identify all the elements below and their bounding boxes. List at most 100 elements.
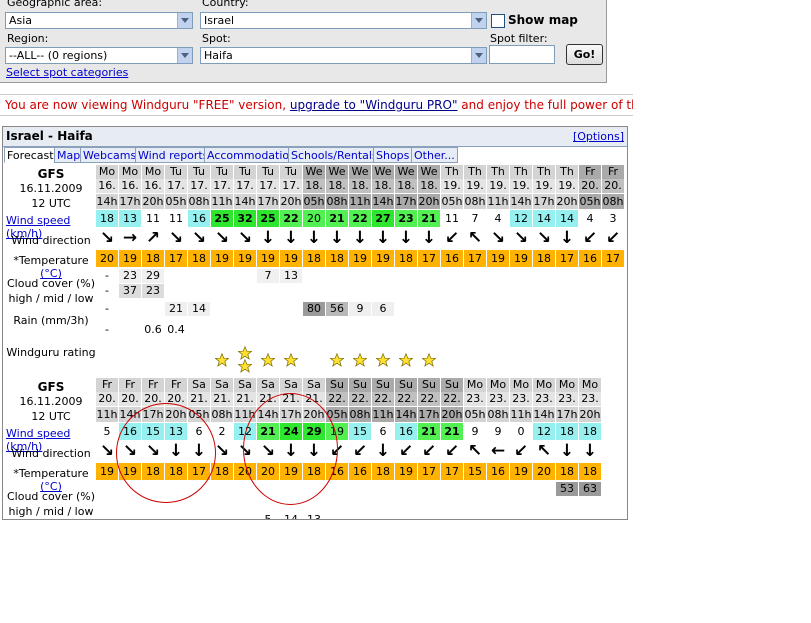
temperature-text: *Temperature <box>13 254 89 267</box>
wind-speed-link[interactable]: Wind speed <box>6 214 70 227</box>
chevron-down-icon[interactable] <box>471 48 486 63</box>
tab-shops[interactable]: Shops <box>373 147 413 163</box>
wind-arrow-icon: ↙ <box>444 441 460 461</box>
day-cell: Fr <box>579 165 601 179</box>
date-cell: 18. <box>303 179 325 193</box>
temperature-cell: 16 <box>579 250 601 267</box>
hour-cell: 20h <box>142 194 164 209</box>
tab-map[interactable]: Map <box>54 147 84 163</box>
hour-cell: 20h <box>280 194 302 209</box>
spot-filter-input[interactable] <box>489 45 555 64</box>
temperature-cell: 18 <box>395 250 417 267</box>
init-time-label: 12 UTC <box>31 197 71 210</box>
chevron-down-icon[interactable] <box>177 48 192 63</box>
day-cell: Tu <box>280 165 302 179</box>
temperature-cell: 17 <box>418 463 440 480</box>
tab-other[interactable]: Other... <box>411 147 458 163</box>
spot-title: Israel - Haifa <box>6 129 93 143</box>
banner-text-post: and enjoy the full power of this website <box>461 98 633 112</box>
temperature-cell: 17 <box>464 250 486 267</box>
wind-speed-cell: 18 <box>579 423 601 440</box>
wind-arrow-icon: ↓ <box>283 441 299 461</box>
country-select[interactable]: Israel <box>200 12 487 29</box>
wind-speed-cell: 3 <box>602 210 624 227</box>
hour-cell: 05h <box>188 407 210 422</box>
temperature-cell: 17 <box>188 463 210 480</box>
wind-arrow-icon: ↘ <box>237 228 253 248</box>
wind-arrow-icon: ↙ <box>605 228 621 248</box>
date-cell: 17. <box>211 179 233 193</box>
select-spot-categories-link[interactable]: Select spot categories <box>6 66 128 79</box>
cloud-high-cell: 7 <box>257 269 279 283</box>
wind-speed-cell: 16 <box>395 423 417 440</box>
wind-speed-link-2[interactable]: Wind speed <box>6 427 70 440</box>
wind-arrow-icon: ↙ <box>421 441 437 461</box>
cloud-high-cell: 23 <box>119 269 141 283</box>
wind-arrow-icon: ↘ <box>122 441 138 461</box>
tab-webcams[interactable]: Webcams <box>80 147 140 163</box>
temperature-cell: 19 <box>280 463 302 480</box>
date-cell: 19. <box>510 179 532 193</box>
region-select[interactable]: --ALL-- (0 regions) <box>5 47 193 64</box>
temperature-text-2: *Temperature <box>13 467 89 480</box>
day-cell: Sa <box>303 378 325 392</box>
tab-forecast[interactable]: Forecast <box>4 147 57 163</box>
show-map-checkbox[interactable] <box>491 14 505 28</box>
hour-cell: 20h <box>303 407 325 422</box>
hour-cell: 08h <box>464 194 486 209</box>
temperature-cell: 20 <box>533 463 555 480</box>
day-cell: Mo <box>533 378 555 392</box>
date-cell: 20. <box>165 392 187 406</box>
init-date-label: 16.11.2009 <box>19 182 83 195</box>
wind-speed-cell: 25 <box>257 210 279 227</box>
date-cell: 23. <box>464 392 486 406</box>
hour-cell: 17h <box>142 407 164 422</box>
geo-area-select[interactable]: Asia <box>5 12 193 29</box>
chevron-down-icon[interactable] <box>471 13 486 28</box>
cloud-low-cell: 56 <box>326 302 348 316</box>
day-cell: We <box>303 165 325 179</box>
hour-cell: 11h <box>96 407 118 422</box>
options-link[interactable]: [Options] <box>573 130 624 143</box>
spot-select[interactable]: Haifa <box>200 47 487 64</box>
cloud-low-cell: 21 <box>165 302 187 316</box>
temperature-cell: 17 <box>556 250 578 267</box>
wind-speed-cell: 22 <box>349 210 371 227</box>
wind-arrow-icon: ↓ <box>559 228 575 248</box>
temperature-cell: 18 <box>303 463 325 480</box>
region-label: Region: <box>7 32 49 45</box>
init-time-label-2: 12 UTC <box>31 410 71 423</box>
wind-speed-cell: 20 <box>303 210 325 227</box>
day-cell: Su <box>349 378 371 392</box>
tab-schools-rentals[interactable]: Schools/Rentals <box>288 147 381 163</box>
day-cell: Sa <box>211 378 233 392</box>
temperature-cell: 19 <box>257 250 279 267</box>
temperature-cell: 19 <box>280 250 302 267</box>
wind-arrow-icon: ↓ <box>283 228 299 248</box>
temperature-cell: 16 <box>326 463 348 480</box>
hour-cell: 20h <box>418 194 440 209</box>
temperature-cell: 19 <box>487 250 509 267</box>
date-cell: 20. <box>96 392 118 406</box>
go-button[interactable]: Go! <box>566 44 603 65</box>
forecast-panel: Israel - Haifa [Options] Forecast Map We… <box>2 126 628 520</box>
wind-speed-cell: 21 <box>326 210 348 227</box>
tab-wind-reports[interactable]: Wind reports <box>135 147 212 163</box>
wind-speed-cell: 18 <box>556 423 578 440</box>
rating-star-icon <box>238 359 252 373</box>
temperature-cell: 18 <box>556 463 578 480</box>
cloud-partial-cell: 14 <box>284 513 298 520</box>
temperature-cell: 20 <box>257 463 279 480</box>
wind-arrow-icon: ↘ <box>237 441 253 461</box>
rain-cell: 0.4 <box>167 323 185 336</box>
tab-accommodation[interactable]: Accommodation <box>204 147 300 163</box>
chevron-down-icon[interactable] <box>177 13 192 28</box>
wind-speed-cell: 27 <box>372 210 394 227</box>
upgrade-banner: You are now viewing Windguru "FREE" vers… <box>0 94 633 116</box>
hour-cell: 20h <box>556 194 578 209</box>
upgrade-link[interactable]: upgrade to "Windguru PRO" <box>290 98 458 112</box>
date-cell: 17. <box>257 179 279 193</box>
hour-cell: 05h <box>326 407 348 422</box>
wind-speed-cell: 7 <box>464 210 486 227</box>
day-cell: Th <box>533 165 555 179</box>
